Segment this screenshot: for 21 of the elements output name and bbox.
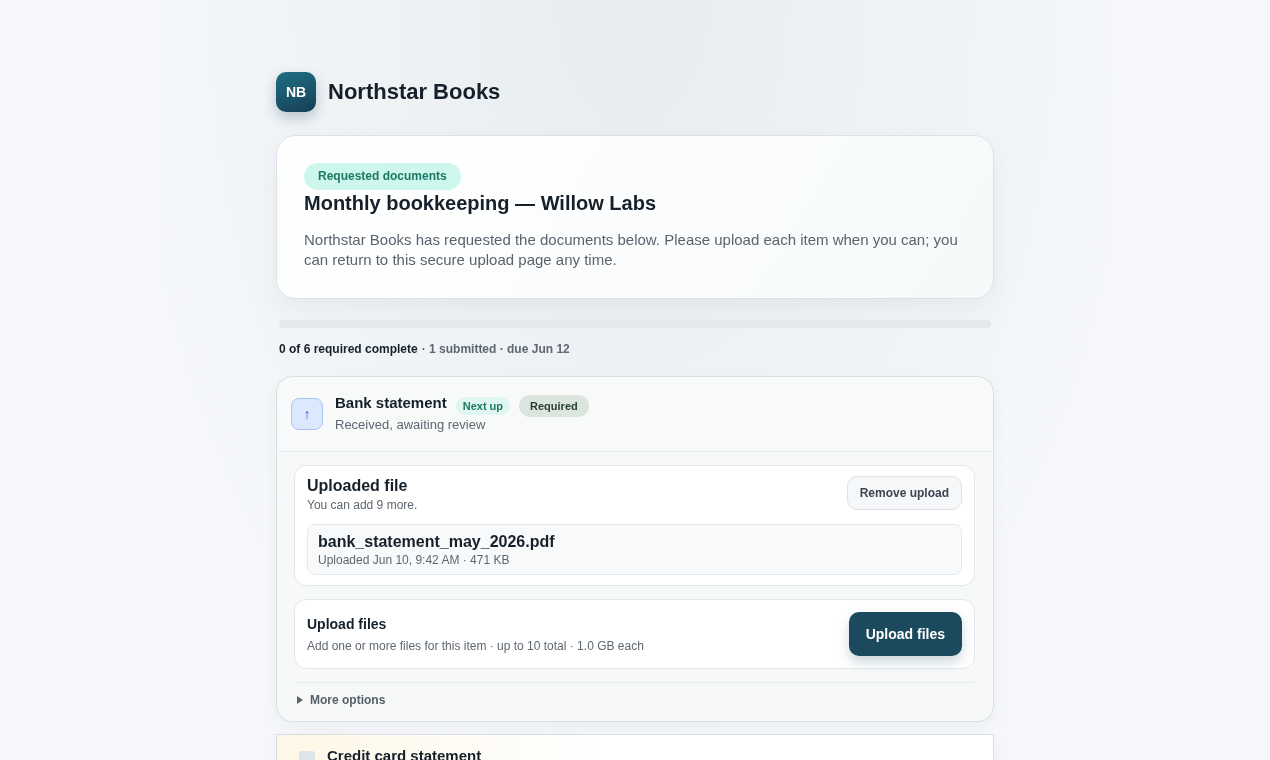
caret-icon	[297, 696, 303, 704]
progress-details: · 1 submitted · due Jun 12	[421, 341, 570, 357]
file-name: bank_statement_may_2026.pdf	[318, 532, 556, 552]
panel-note: You can add 9 more.	[307, 498, 418, 512]
request-title: Monthly bookkeeping — Willow Labs	[304, 191, 657, 216]
upload-hint: Add one or more files for this item · up to 10 total · 1.0 GB each	[307, 638, 644, 653]
brand-name: Northstar Books	[328, 79, 501, 105]
more-options-toggle[interactable]: More options	[310, 693, 386, 707]
panel-title: Uploaded file	[307, 476, 409, 496]
remove-upload-button[interactable]: Remove upload	[846, 476, 962, 510]
request-tag: Requested documents	[304, 163, 461, 190]
upload-files-button[interactable]: Upload files	[848, 612, 962, 656]
status-badge: Next up	[455, 397, 511, 415]
status-badge: Required	[519, 395, 589, 417]
request-description: Northstar Books has requested the documents below. Please upload each item when you can; you can return to this secure upload page any time.	[304, 230, 959, 270]
progress-summary: 0 of 6 required complete	[279, 341, 418, 357]
file-meta: Uploaded Jun 10, 9:42 AM · 471 KB	[318, 553, 511, 567]
logo: NB	[276, 72, 316, 112]
document-title: Bank statement	[335, 394, 447, 412]
panel-title: Upload files	[307, 615, 388, 632]
document-status: Received, awaiting review	[335, 417, 487, 432]
